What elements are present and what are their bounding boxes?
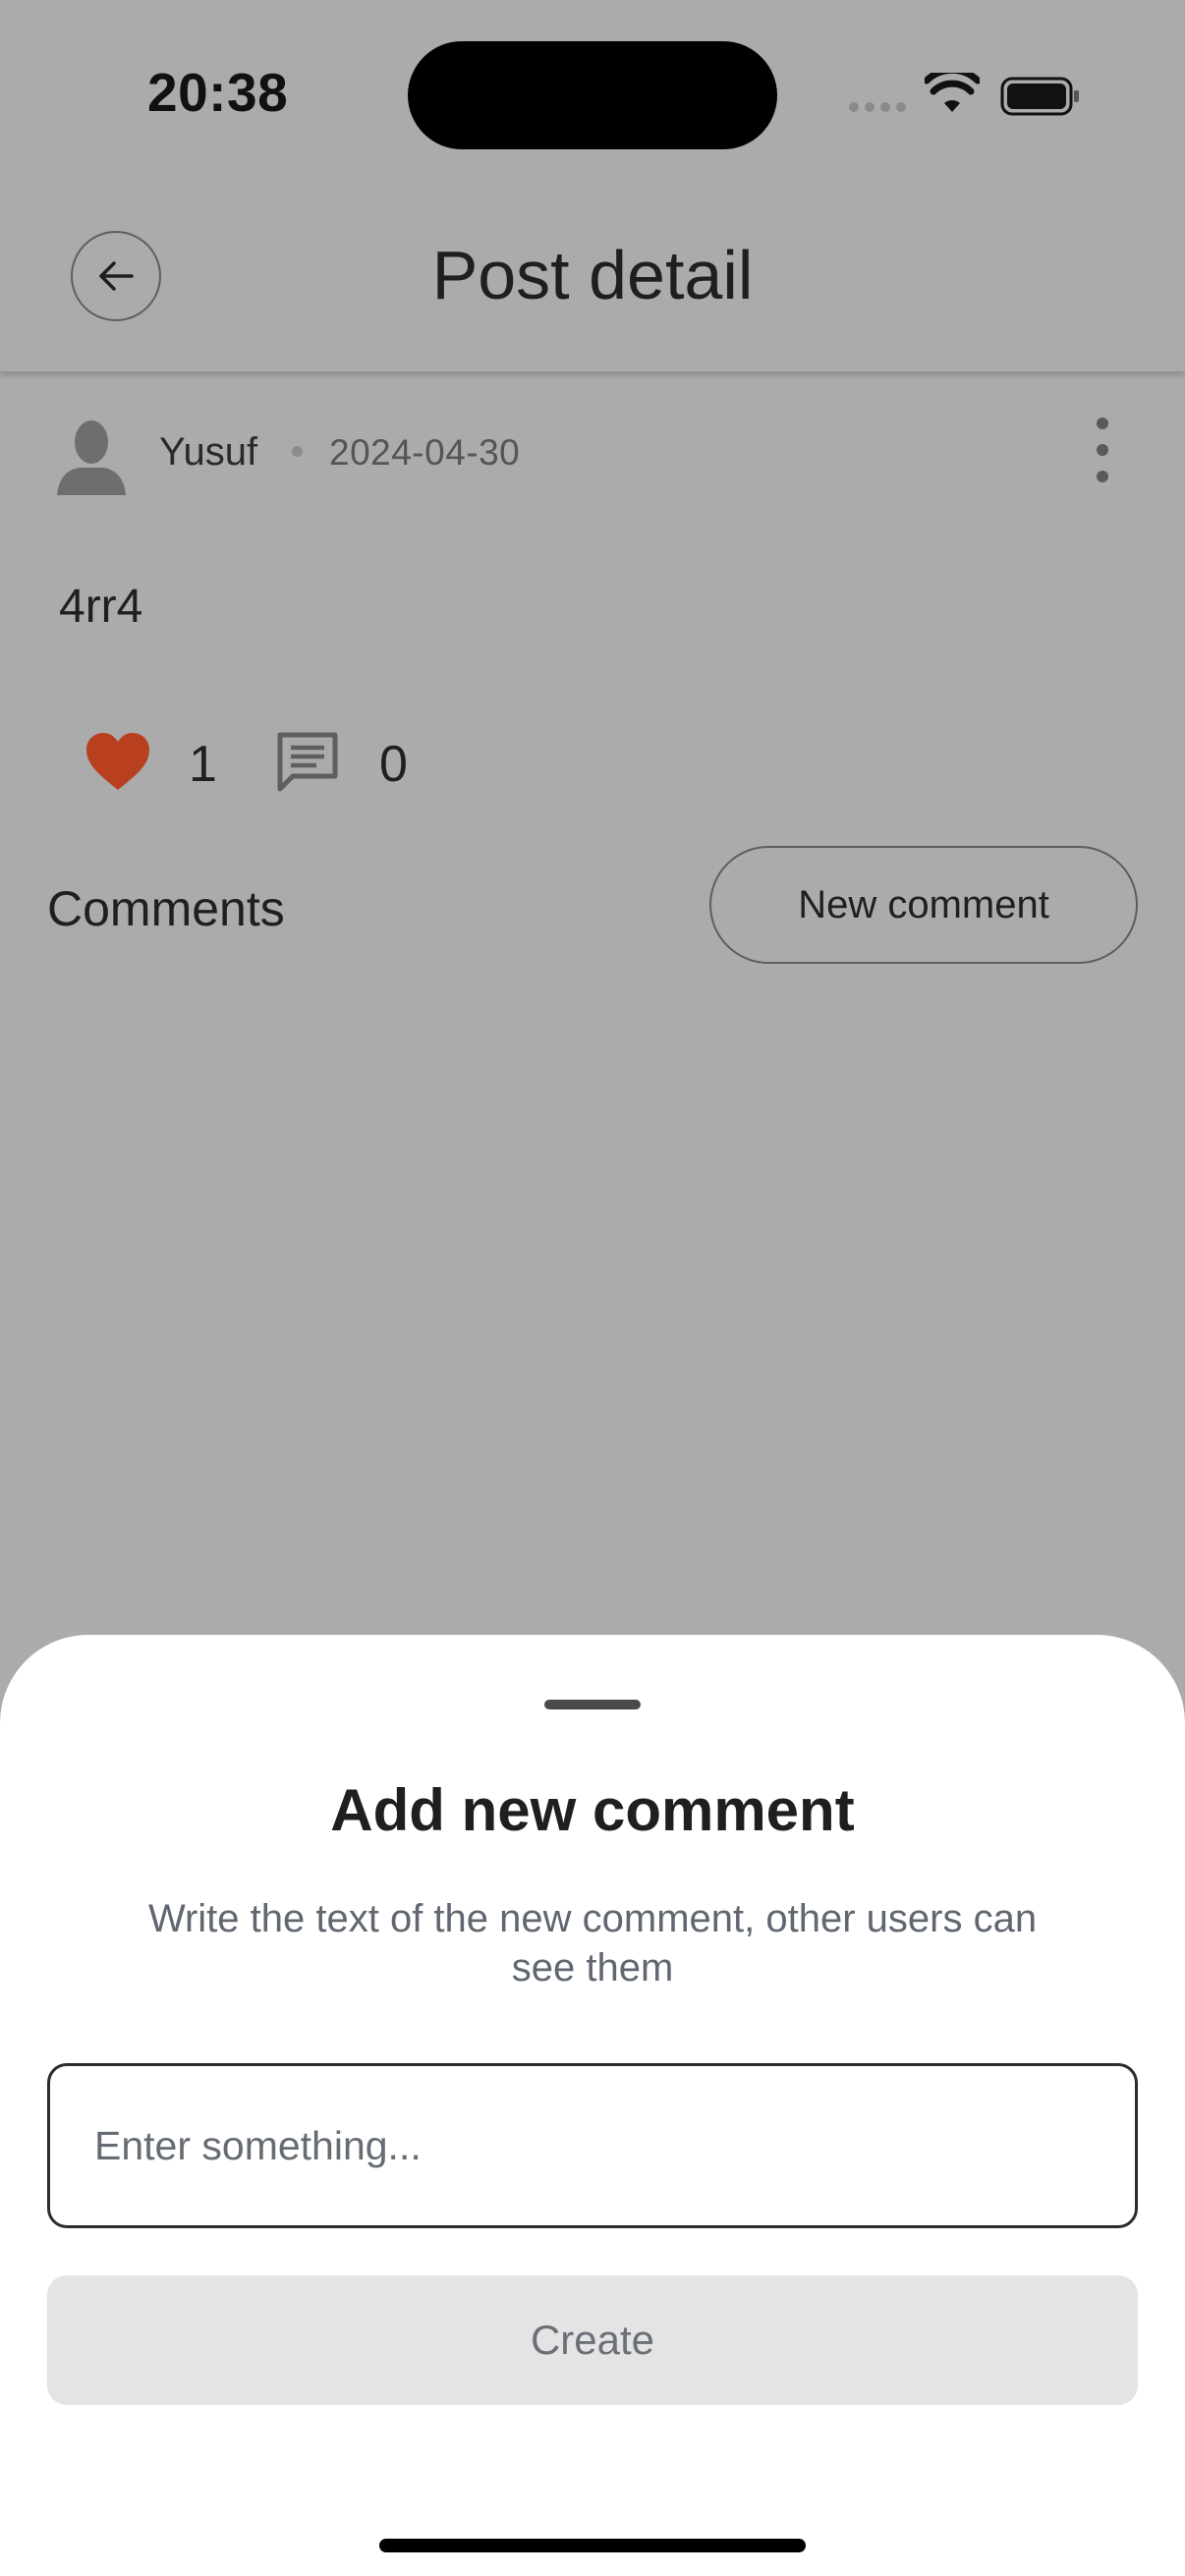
new-comment-button[interactable]: New comment	[709, 846, 1138, 964]
create-button[interactable]: Create	[47, 2275, 1138, 2405]
status-time: 20:38	[147, 62, 289, 123]
battery-icon	[1000, 77, 1079, 116]
comment-input[interactable]	[47, 2063, 1138, 2228]
dynamic-island	[408, 41, 777, 149]
home-indicator[interactable]	[379, 2539, 806, 2552]
comment-count: 0	[379, 736, 408, 793]
sheet-title: Add new comment	[330, 1777, 855, 1843]
post-author[interactable]: Yusuf	[159, 430, 257, 475]
more-options-icon[interactable]	[1087, 418, 1118, 482]
sheet-description: Write the text of the new comment, other…	[147, 1897, 1038, 1989]
avatar[interactable]	[53, 417, 130, 495]
post-text: 4rr4	[59, 581, 143, 633]
comment-icon[interactable]	[275, 730, 340, 795]
heart-icon[interactable]	[85, 731, 151, 792]
page-title: Post detail	[431, 237, 754, 313]
cellular-signal-icon	[849, 102, 906, 112]
wifi-icon	[925, 73, 980, 112]
post-date: 2024-04-30	[329, 432, 521, 473]
like-count: 1	[189, 736, 217, 793]
separator-dot	[292, 446, 303, 457]
comments-heading: Comments	[47, 881, 285, 936]
sheet-drag-handle[interactable]	[544, 1700, 641, 1709]
